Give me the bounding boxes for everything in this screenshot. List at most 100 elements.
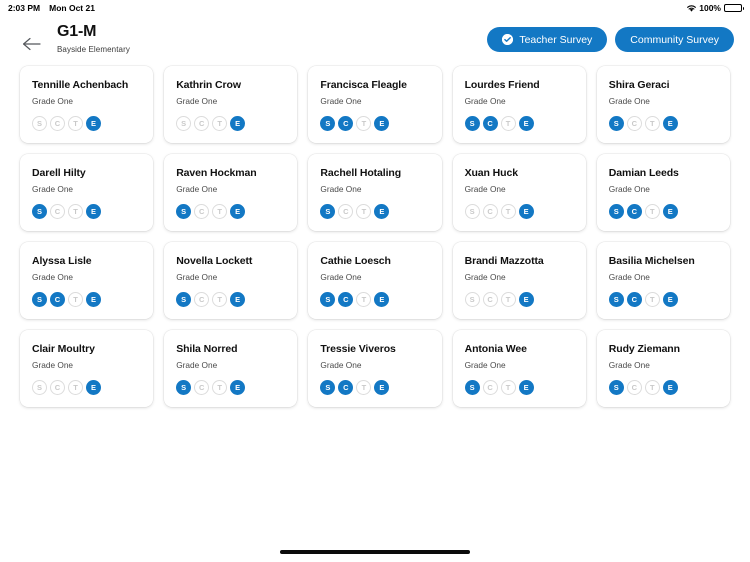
status-badge-s[interactable]: S	[320, 292, 336, 307]
status-badge-e[interactable]: E	[518, 292, 534, 307]
status-badge-e[interactable]: E	[230, 380, 246, 395]
status-badge-e[interactable]: E	[662, 380, 678, 395]
status-badge-e[interactable]: E	[374, 116, 390, 131]
status-badge-t[interactable]: T	[500, 292, 516, 307]
status-badge-c[interactable]: C	[194, 380, 210, 395]
status-badge-c[interactable]: C	[50, 204, 65, 219]
status-badge-e[interactable]: E	[662, 292, 678, 307]
student-card[interactable]: Antonia Wee Grade One S C T E	[452, 330, 586, 407]
student-card[interactable]: Shila Norred Grade One S C T E	[164, 330, 298, 407]
status-badge-s[interactable]: S	[176, 292, 192, 307]
status-badge-e[interactable]: E	[518, 116, 534, 131]
student-card[interactable]: Cathie Loesch Grade One S C T E	[308, 242, 442, 319]
status-badge-s[interactable]: S	[176, 116, 192, 131]
status-badge-c[interactable]: C	[338, 204, 354, 219]
status-badge-e[interactable]: E	[374, 380, 390, 395]
status-badge-s[interactable]: S	[320, 116, 336, 131]
student-card[interactable]: Brandi Mazzotta Grade One S C T E	[452, 242, 586, 319]
status-badge-t[interactable]: T	[644, 116, 660, 131]
status-badge-s[interactable]: S	[320, 380, 336, 395]
back-arrow-icon[interactable]	[16, 29, 46, 59]
status-badge-e[interactable]: E	[86, 292, 101, 307]
community-survey-button[interactable]: Community Survey	[615, 27, 734, 52]
student-card[interactable]: Rachell Hotaling Grade One S C T E	[308, 154, 442, 231]
student-card[interactable]: Tennille Achenbach Grade One S C T E	[20, 66, 154, 143]
student-card[interactable]: Basilia Michelsen Grade One S C T E	[596, 242, 730, 319]
status-badge-c[interactable]: C	[482, 292, 498, 307]
status-badge-c[interactable]: C	[338, 116, 354, 131]
status-badge-t[interactable]: T	[212, 204, 228, 219]
status-badge-s[interactable]: S	[32, 292, 47, 307]
status-badge-e[interactable]: E	[230, 292, 246, 307]
status-badge-t[interactable]: T	[212, 292, 228, 307]
status-badge-s[interactable]: S	[176, 204, 192, 219]
status-badge-t[interactable]: T	[644, 292, 660, 307]
status-badge-c[interactable]: C	[482, 204, 498, 219]
status-badge-t[interactable]: T	[356, 292, 372, 307]
student-card[interactable]: Kathrin Crow Grade One S C T E	[164, 66, 298, 143]
status-badge-s[interactable]: S	[464, 292, 480, 307]
status-badge-t[interactable]: T	[500, 116, 516, 131]
student-card[interactable]: Darell Hilty Grade One S C T E	[20, 154, 154, 231]
status-badge-t[interactable]: T	[68, 116, 83, 131]
student-card[interactable]: Damian Leeds Grade One S C T E	[596, 154, 730, 231]
status-badge-t[interactable]: T	[644, 204, 660, 219]
student-card[interactable]: Shira Geraci Grade One S C T E	[596, 66, 730, 143]
status-badge-e[interactable]: E	[662, 116, 678, 131]
status-badge-t[interactable]: T	[356, 380, 372, 395]
status-badge-s[interactable]: S	[608, 204, 624, 219]
status-badge-s[interactable]: S	[608, 292, 624, 307]
status-badge-c[interactable]: C	[194, 292, 210, 307]
status-badge-c[interactable]: C	[626, 380, 642, 395]
status-badge-e[interactable]: E	[518, 380, 534, 395]
status-badge-c[interactable]: C	[482, 116, 498, 131]
student-card[interactable]: Novella Lockett Grade One S C T E	[164, 242, 298, 319]
status-badge-c[interactable]: C	[50, 380, 65, 395]
student-card[interactable]: Xuan Huck Grade One S C T E	[452, 154, 586, 231]
status-badge-s[interactable]: S	[320, 204, 336, 219]
status-badge-c[interactable]: C	[50, 116, 65, 131]
student-card[interactable]: Tressie Viveros Grade One S C T E	[308, 330, 442, 407]
status-badge-s[interactable]: S	[464, 380, 480, 395]
status-badge-e[interactable]: E	[86, 204, 101, 219]
status-badge-e[interactable]: E	[374, 292, 390, 307]
student-card[interactable]: Raven Hockman Grade One S C T E	[164, 154, 298, 231]
status-badge-s[interactable]: S	[608, 380, 624, 395]
status-badge-t[interactable]: T	[212, 380, 228, 395]
status-badge-t[interactable]: T	[356, 204, 372, 219]
status-badge-e[interactable]: E	[86, 116, 101, 131]
student-card[interactable]: Francisca Fleagle Grade One S C T E	[308, 66, 442, 143]
status-badge-e[interactable]: E	[230, 204, 246, 219]
status-badge-c[interactable]: C	[338, 292, 354, 307]
status-badge-s[interactable]: S	[608, 116, 624, 131]
status-badge-t[interactable]: T	[68, 292, 83, 307]
status-badge-t[interactable]: T	[356, 116, 372, 131]
status-badge-c[interactable]: C	[194, 204, 210, 219]
status-badge-e[interactable]: E	[230, 116, 246, 131]
status-badge-s[interactable]: S	[176, 380, 192, 395]
status-badge-s[interactable]: S	[32, 380, 47, 395]
status-badge-s[interactable]: S	[464, 116, 480, 131]
status-badge-t[interactable]: T	[212, 116, 228, 131]
status-badge-t[interactable]: T	[500, 380, 516, 395]
student-card[interactable]: Clair Moultry Grade One S C T E	[20, 330, 154, 407]
student-card[interactable]: Alyssa Lisle Grade One S C T E	[20, 242, 154, 319]
status-badge-c[interactable]: C	[482, 380, 498, 395]
status-badge-c[interactable]: C	[50, 292, 65, 307]
status-badge-e[interactable]: E	[86, 380, 101, 395]
status-badge-e[interactable]: E	[518, 204, 534, 219]
student-card[interactable]: Rudy Ziemann Grade One S C T E	[596, 330, 730, 407]
status-badge-c[interactable]: C	[626, 292, 642, 307]
status-badge-e[interactable]: E	[662, 204, 678, 219]
status-badge-s[interactable]: S	[32, 116, 47, 131]
status-badge-t[interactable]: T	[68, 204, 83, 219]
status-badge-t[interactable]: T	[68, 380, 83, 395]
status-badge-s[interactable]: S	[464, 204, 480, 219]
status-badge-t[interactable]: T	[644, 380, 660, 395]
status-badge-e[interactable]: E	[374, 204, 390, 219]
status-badge-c[interactable]: C	[626, 116, 642, 131]
status-badge-c[interactable]: C	[194, 116, 210, 131]
status-badge-s[interactable]: S	[32, 204, 47, 219]
status-badge-t[interactable]: T	[500, 204, 516, 219]
student-card[interactable]: Lourdes Friend Grade One S C T E	[452, 66, 586, 143]
